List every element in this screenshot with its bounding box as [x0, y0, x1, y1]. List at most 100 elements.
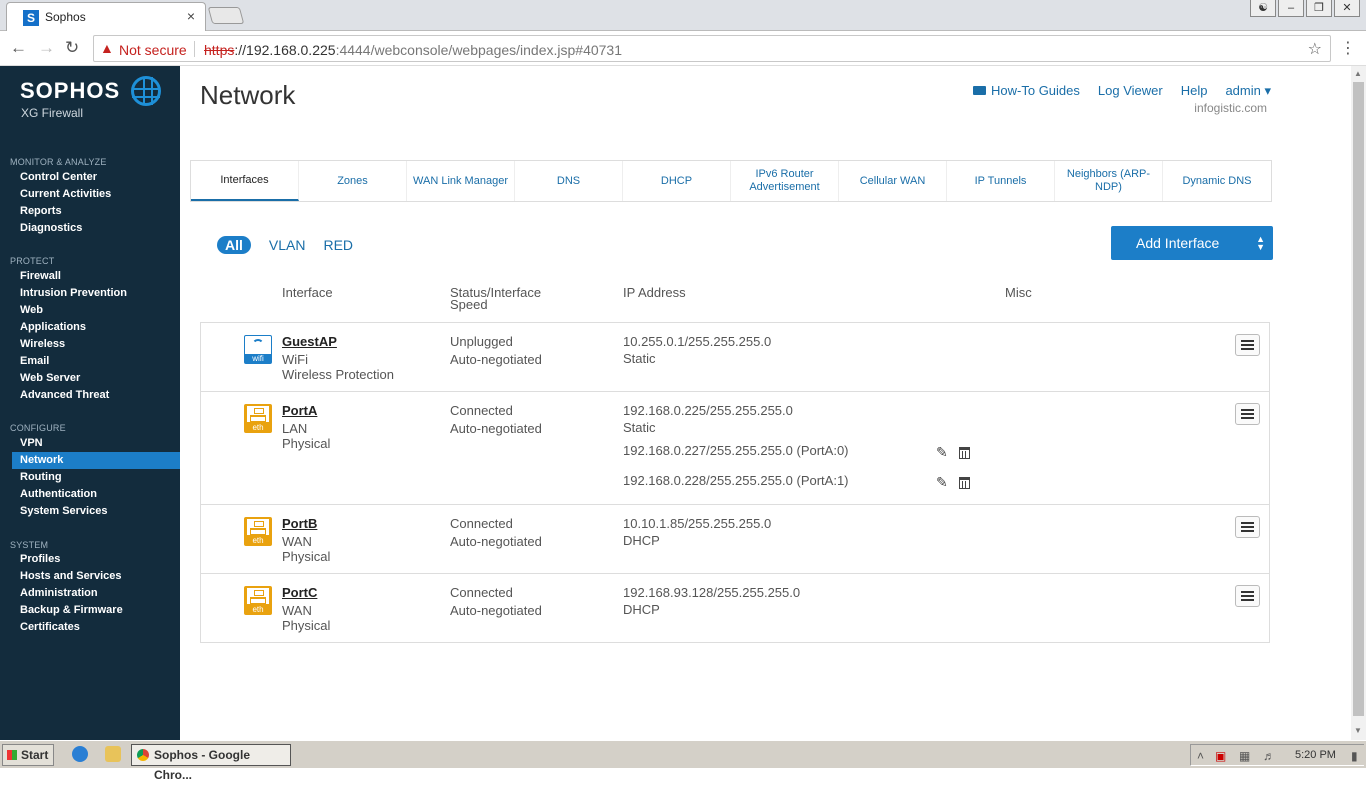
clock[interactable]: 5:20 PM [1295, 749, 1336, 761]
browser-menu-icon[interactable]: ⋮ [1340, 38, 1356, 58]
tab-ipv6-router-advertisement[interactable]: IPv6 Router Advertisement [731, 161, 839, 201]
sidebar-item-network[interactable]: Network [12, 452, 180, 469]
vertical-scrollbar[interactable]: ▲ ▼ [1351, 66, 1366, 740]
tab-wan-link-manager[interactable]: WAN Link Manager [407, 161, 515, 201]
restore-icon[interactable]: ❐ [1306, 0, 1332, 17]
sidebar-item-email[interactable]: Email [20, 353, 49, 370]
volume-icon[interactable]: ♬ [1263, 749, 1275, 763]
user-icon[interactable]: ☯ [1250, 0, 1276, 17]
sidebar-item-advanced-threat[interactable]: Advanced Threat [20, 387, 109, 404]
sidebar-item-profiles[interactable]: Profiles [20, 551, 60, 568]
filter-vlan[interactable]: VLAN [269, 237, 306, 253]
sidebar-item-diagnostics[interactable]: Diagnostics [20, 220, 82, 237]
page-title: Network [200, 80, 296, 110]
ethernet-icon: eth [244, 404, 272, 433]
alias-ip: 192.168.0.228/255.255.255.0 (PortA:1) [623, 473, 849, 488]
start-button[interactable]: Start [2, 744, 54, 766]
help-link[interactable]: Help [1181, 83, 1208, 99]
tab-zones[interactable]: Zones [299, 161, 407, 201]
row-menu-button[interactable] [1235, 516, 1260, 538]
sidebar-item-hosts-and-services[interactable]: Hosts and Services [20, 568, 122, 585]
bookmark-star-icon[interactable]: ☆ [1308, 39, 1322, 59]
browser-tab-title: Sophos [45, 10, 86, 24]
back-icon[interactable]: ← [10, 38, 27, 58]
interface-name[interactable]: PortA [282, 403, 317, 418]
interface-speed: Auto-negotiated [450, 352, 542, 367]
filter-red[interactable]: RED [323, 237, 353, 253]
delete-trash-icon[interactable] [959, 447, 970, 459]
tab-dynamic-dns[interactable]: Dynamic DNS [1163, 161, 1271, 201]
sidebar-item-system-services[interactable]: System Services [20, 503, 107, 520]
url-scheme: https [204, 42, 235, 58]
sidebar-item-certificates[interactable]: Certificates [20, 619, 80, 636]
tab-cellular-wan[interactable]: Cellular WAN [839, 161, 947, 201]
sidebar-item-current-activities[interactable]: Current Activities [20, 186, 111, 203]
row-menu-button[interactable] [1235, 334, 1260, 356]
sidebar-item-intrusion-prevention[interactable]: Intrusion Prevention [20, 285, 127, 302]
tab-interfaces[interactable]: Interfaces [191, 161, 299, 201]
network-tabs: Interfaces Zones WAN Link Manager DNS DH… [190, 160, 1272, 202]
security-icon[interactable]: ▦ [1239, 749, 1250, 763]
tray-expand-icon[interactable]: ˄ [1197, 749, 1204, 763]
internet-explorer-icon[interactable] [72, 746, 88, 762]
sidebar-item-firewall[interactable]: Firewall [20, 268, 61, 285]
interface-status: Connected [450, 585, 513, 600]
sidebar-item-wireless[interactable]: Wireless [20, 336, 65, 353]
not-secure-label[interactable]: Not secure [119, 42, 187, 58]
sidebar-item-web-server[interactable]: Web Server [20, 370, 80, 387]
interface-zone: LAN [282, 421, 308, 436]
warning-icon[interactable]: ▲ [100, 40, 114, 56]
forward-icon[interactable]: → [38, 38, 55, 58]
sidebar-item-web[interactable]: Web [20, 302, 43, 319]
address-bar[interactable]: ▲ Not secure https://192.168.0.225:4444/… [93, 35, 1331, 62]
interface-mode: Static [623, 420, 656, 435]
log-viewer-link[interactable]: Log Viewer [1098, 83, 1163, 99]
network-icon[interactable]: ▣ [1215, 749, 1226, 763]
row-menu-button[interactable] [1235, 585, 1260, 607]
new-tab-button[interactable] [207, 7, 245, 24]
interface-name[interactable]: PortC [282, 585, 317, 600]
wifi-icon: wifi [244, 335, 272, 364]
scroll-up-icon[interactable]: ▲ [1354, 69, 1362, 78]
scrollbar-thumb[interactable] [1353, 82, 1364, 716]
sidebar-item-administration[interactable]: Administration [20, 585, 98, 602]
taskbar-chrome-window[interactable]: Sophos - Google Chro... [131, 744, 291, 782]
tab-ip-tunnels[interactable]: IP Tunnels [947, 161, 1055, 201]
tab-dhcp[interactable]: DHCP [623, 161, 731, 201]
url-text[interactable]: https://192.168.0.225:4444/webconsole/we… [204, 42, 622, 58]
table-row: eth PortB WAN Physical Connected Auto-ne… [201, 505, 1269, 574]
sidebar-item-control-center[interactable]: Control Center [20, 169, 97, 186]
minimize-icon[interactable]: – [1278, 0, 1304, 17]
tab-close-icon[interactable]: × [187, 8, 195, 24]
browser-tab[interactable]: S Sophos × [6, 2, 206, 31]
edit-pencil-icon[interactable]: ✎ [936, 444, 948, 461]
wifi-badge: wifi [245, 354, 271, 363]
interface-name[interactable]: GuestAP [282, 334, 337, 349]
reload-icon[interactable]: ↻ [65, 38, 79, 58]
tab-dns[interactable]: DNS [515, 161, 623, 201]
show-desktop-icon[interactable]: ▮ [1351, 749, 1358, 763]
interface-status: Unplugged [450, 334, 513, 349]
sidebar: SOPHOS XG Firewall MONITOR & ANALYZE Con… [0, 66, 180, 740]
close-window-icon[interactable]: ✕ [1334, 0, 1360, 17]
sidebar-item-reports[interactable]: Reports [20, 203, 62, 220]
tab-neighbors[interactable]: Neighbors (ARP-NDP) [1055, 161, 1163, 201]
filter-all[interactable]: All [217, 236, 251, 254]
interface-name[interactable]: PortB [282, 516, 317, 531]
sidebar-item-backup-firmware[interactable]: Backup & Firmware [20, 602, 123, 619]
admin-menu[interactable]: admin ▾ [1225, 83, 1271, 99]
how-to-guides-link[interactable]: How-To Guides [973, 83, 1080, 99]
sidebar-item-vpn[interactable]: VPN [20, 435, 43, 452]
sidebar-item-applications[interactable]: Applications [20, 319, 86, 336]
add-interface-button[interactable]: Add Interface ▲ ▼ [1111, 226, 1273, 260]
sidebar-item-authentication[interactable]: Authentication [20, 486, 97, 503]
interface-status: Connected [450, 516, 513, 531]
edit-pencil-icon[interactable]: ✎ [936, 474, 948, 491]
interface-speed: Auto-negotiated [450, 421, 542, 436]
sidebar-item-routing[interactable]: Routing [20, 469, 62, 486]
delete-trash-icon[interactable] [959, 477, 970, 489]
scroll-down-icon[interactable]: ▼ [1354, 726, 1362, 735]
folder-icon[interactable] [105, 746, 121, 762]
domain-label: infogistic.com [1194, 101, 1267, 115]
row-menu-button[interactable] [1235, 403, 1260, 425]
